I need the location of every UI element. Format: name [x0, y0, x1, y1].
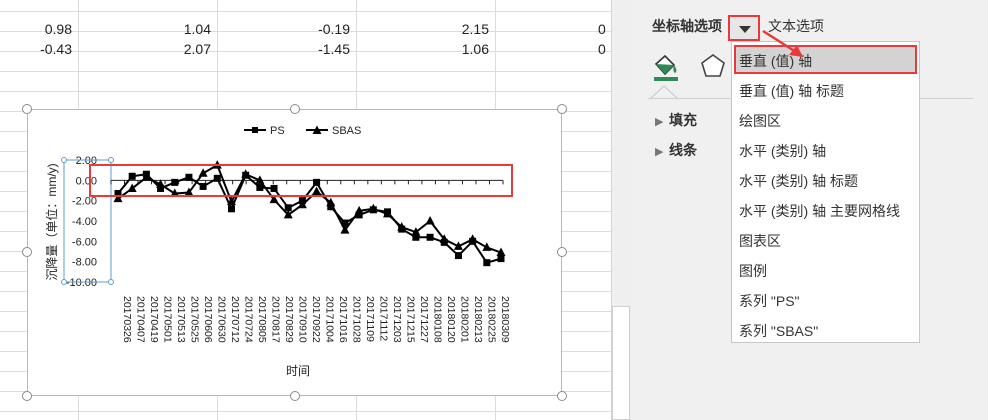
- x-tick-label: 20180213: [472, 296, 484, 343]
- chart-elements-dropdown: 垂直 (值) 轴 垂直 (值) 轴 标题 绘图区 水平 (类别) 轴 水平 (类…: [731, 41, 920, 343]
- cell[interactable]: -1.45: [230, 41, 350, 57]
- chart-area[interactable]: 2.00 0.00 -2.00 -4.00 -6.00 -8.00 -10.00 201703…: [27, 109, 562, 396]
- x-tick-label: 20170630: [215, 296, 227, 343]
- x-axis-title: 时间: [286, 364, 310, 378]
- cell[interactable]: -0.19: [230, 21, 350, 37]
- x-tick-label: 20171227: [418, 296, 430, 343]
- legend-marker-ps: [252, 127, 258, 133]
- menu-item-vertical-axis-title[interactable]: 垂直 (值) 轴 标题: [739, 81, 844, 101]
- axis-selection-handle: [108, 157, 114, 163]
- chevron-down-icon: [739, 26, 751, 33]
- x-tick-label: 20180201: [459, 296, 471, 343]
- x-tick-label: 20170419: [148, 296, 160, 343]
- x-tick-label: 20171203: [391, 296, 403, 343]
- x-tick-label: 20170606: [202, 296, 214, 343]
- x-tick-label: 20170829: [283, 296, 295, 343]
- line-section[interactable]: ▶ 线条: [655, 140, 697, 160]
- cell[interactable]: 2.15: [369, 21, 489, 37]
- ps-marker: [227, 205, 235, 213]
- axis-options-tab[interactable]: 坐标轴选项: [652, 16, 722, 36]
- menu-item-horizontal-axis[interactable]: 水平 (类别) 轴: [739, 141, 826, 161]
- x-tick-label: 20171028: [351, 296, 363, 343]
- legend-label: SBAS: [332, 125, 361, 137]
- resize-handle[interactable]: [22, 104, 32, 114]
- ps-marker: [454, 252, 462, 260]
- highlight-box-axis: [89, 164, 513, 197]
- x-tick-label: 20170407: [134, 296, 146, 343]
- x-tick-label: 20180120: [445, 296, 457, 343]
- y-tick-label: -6.00: [72, 236, 97, 248]
- sbas-marker: [425, 216, 435, 225]
- resize-handle[interactable]: [290, 391, 300, 401]
- x-tick-label: 20171215: [405, 296, 417, 343]
- axis-selection-handle: [61, 157, 67, 163]
- menu-item-legend[interactable]: 图例: [739, 261, 767, 281]
- x-tick-label: 20170817: [269, 296, 281, 343]
- cell[interactable]: 0: [490, 41, 611, 57]
- menu-item-series-ps[interactable]: 系列 "PS": [739, 291, 800, 311]
- x-tick-label: 20170724: [242, 296, 254, 343]
- resize-handle[interactable]: [22, 391, 32, 401]
- x-tick-label: 20180108: [432, 296, 444, 343]
- cell[interactable]: -0.43: [0, 41, 72, 57]
- line-section-label: 线条: [669, 142, 697, 158]
- x-tick-label: 20171112: [378, 296, 390, 341]
- ps-marker: [483, 259, 491, 267]
- resize-handle[interactable]: [290, 104, 300, 114]
- menu-item-horizontal-axis-title[interactable]: 水平 (类别) 轴 标题: [739, 171, 858, 191]
- annotation-arrow: [762, 29, 803, 57]
- resize-handle[interactable]: [22, 247, 32, 257]
- x-tick-label: 20180309: [499, 296, 511, 343]
- x-tick-label: 20170805: [256, 296, 268, 343]
- axis-selection-handle: [108, 279, 114, 285]
- y-tick-label: -8.00: [72, 257, 97, 269]
- ps-marker: [426, 233, 434, 241]
- resize-handle[interactable]: [557, 104, 567, 114]
- cell[interactable]: 0.98: [0, 21, 72, 37]
- y-axis-title: 沉降量（单位：mm/y): [44, 163, 59, 280]
- menu-item-plot-area[interactable]: 绘图区: [739, 111, 781, 131]
- x-tick-label: 20170525: [188, 296, 200, 343]
- resize-handle[interactable]: [557, 247, 567, 257]
- cell[interactable]: 1.04: [91, 21, 211, 37]
- x-tick-label: 20170501: [161, 296, 173, 343]
- cell[interactable]: 2.07: [91, 41, 211, 57]
- fill-section[interactable]: ▶ 填充: [655, 110, 697, 130]
- ps-marker: [497, 255, 505, 263]
- resize-handle[interactable]: [557, 391, 567, 401]
- x-tick-label: 20171004: [324, 296, 336, 343]
- x-tick-label: 20171016: [337, 296, 349, 343]
- x-tick-label: 20170326: [121, 296, 133, 343]
- cell[interactable]: 0: [490, 21, 611, 37]
- y-tick-label: -10.00: [66, 277, 97, 289]
- menu-item-chart-area[interactable]: 图表区: [739, 231, 781, 251]
- axis-options-dropdown-button[interactable]: [728, 15, 760, 41]
- y-tick-label: -4.00: [72, 216, 97, 228]
- line-chart: 2.000.00-2.00-4.00-6.00-8.00-10.00201703…: [44, 125, 511, 378]
- x-tick-label: 20170922: [310, 296, 322, 343]
- pentagon-effects-icon[interactable]: [700, 52, 726, 80]
- scrollbar-thumb[interactable]: [612, 306, 630, 420]
- y-tick-label: -2.00: [72, 196, 97, 208]
- legend-label: PS: [270, 125, 285, 137]
- x-tick-label: 20171109: [364, 296, 376, 342]
- fill-bucket-icon[interactable]: [652, 52, 680, 82]
- axis-selection-handle: [61, 279, 67, 285]
- menu-item-series-sbas[interactable]: 系列 "SBAS": [739, 321, 818, 341]
- x-tick-label: 20170712: [229, 296, 241, 343]
- x-tick-label: 20170513: [175, 296, 187, 343]
- menu-item-horizontal-gridlines[interactable]: 水平 (类别) 轴 主要网格线: [739, 201, 900, 221]
- x-tick-label: 20170910: [296, 296, 308, 343]
- fill-section-label: 填充: [669, 112, 697, 128]
- cell[interactable]: 1.06: [369, 41, 489, 57]
- chevron-right-icon: ▶: [655, 146, 664, 158]
- chevron-right-icon: ▶: [655, 116, 664, 128]
- x-tick-label: 20180225: [486, 296, 498, 343]
